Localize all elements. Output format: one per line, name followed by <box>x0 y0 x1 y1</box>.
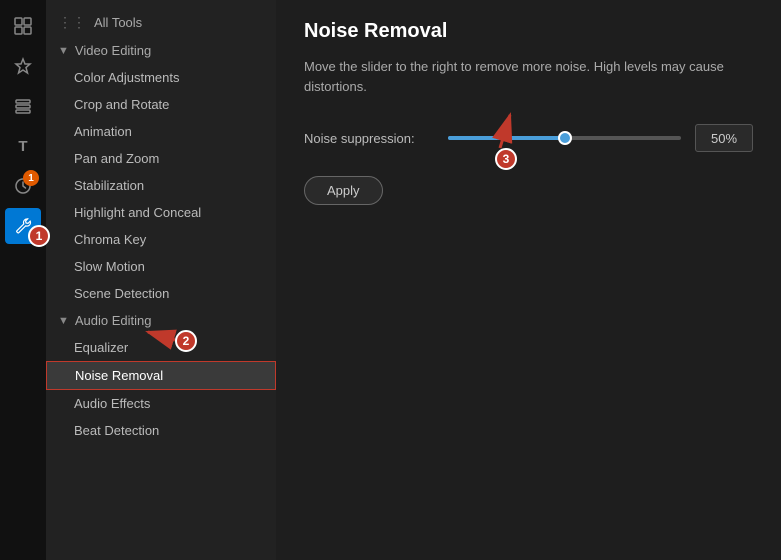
all-tools-item[interactable]: ⋮⋮ All Tools <box>46 8 276 37</box>
sidebar-item-highlight-conceal[interactable]: Highlight and Conceal <box>46 199 276 226</box>
sidebar-item-pan-zoom[interactable]: Pan and Zoom <box>46 145 276 172</box>
text-icon-btn[interactable]: T <box>5 128 41 164</box>
slider-track <box>448 136 681 140</box>
sidebar: ⋮⋮ All Tools ▼ Video Editing Color Adjus… <box>46 0 276 560</box>
tools-icon-btn[interactable] <box>5 208 41 244</box>
pin-icon-btn[interactable] <box>5 48 41 84</box>
noise-suppression-label: Noise suppression: <box>304 131 434 146</box>
noise-suppression-slider[interactable] <box>448 128 681 148</box>
sidebar-item-crop-rotate[interactable]: Crop and Rotate <box>46 91 276 118</box>
sidebar-item-equalizer[interactable]: Equalizer <box>46 334 276 361</box>
clock-icon-btn[interactable]: 1 <box>5 168 41 204</box>
sidebar-item-chroma-key[interactable]: Chroma Key <box>46 226 276 253</box>
audio-editing-header[interactable]: ▼ Audio Editing <box>46 307 276 334</box>
sidebar-item-slow-motion[interactable]: Slow Motion <box>46 253 276 280</box>
page-title: Noise Removal <box>304 20 753 43</box>
noise-suppression-row: Noise suppression: 50% <box>304 124 753 152</box>
icon-bar: T 1 <box>0 0 46 560</box>
sidebar-item-color-adjustments[interactable]: Color Adjustments <box>46 64 276 91</box>
clock-badge: 1 <box>23 170 39 186</box>
audio-editing-label: Audio Editing <box>75 313 152 328</box>
layers-icon-btn[interactable] <box>5 88 41 124</box>
description-text: Move the slider to the right to remove m… <box>304 57 753 96</box>
video-editing-header[interactable]: ▼ Video Editing <box>46 37 276 64</box>
apply-button[interactable]: Apply <box>304 176 383 205</box>
audio-arrow-icon: ▼ <box>58 315 69 327</box>
sidebar-item-noise-removal[interactable]: Noise Removal <box>46 361 276 390</box>
sidebar-item-beat-detection[interactable]: Beat Detection <box>46 417 276 444</box>
all-tools-label: All Tools <box>94 15 142 30</box>
sidebar-item-audio-effects[interactable]: Audio Effects <box>46 390 276 417</box>
video-arrow-icon: ▼ <box>58 45 69 57</box>
slider-fill <box>448 136 565 140</box>
suppression-value: 50% <box>695 124 753 152</box>
all-tools-icon: ⋮⋮ <box>58 14 86 31</box>
apply-button-row: Apply <box>304 176 753 205</box>
slider-thumb[interactable] <box>558 131 572 145</box>
sidebar-item-animation[interactable]: Animation <box>46 118 276 145</box>
grid-icon-btn[interactable] <box>5 8 41 44</box>
sidebar-item-scene-detection[interactable]: Scene Detection <box>46 280 276 307</box>
sidebar-item-stabilization[interactable]: Stabilization <box>46 172 276 199</box>
video-editing-label: Video Editing <box>75 43 151 58</box>
main-content: Noise Removal Move the slider to the rig… <box>276 0 781 560</box>
